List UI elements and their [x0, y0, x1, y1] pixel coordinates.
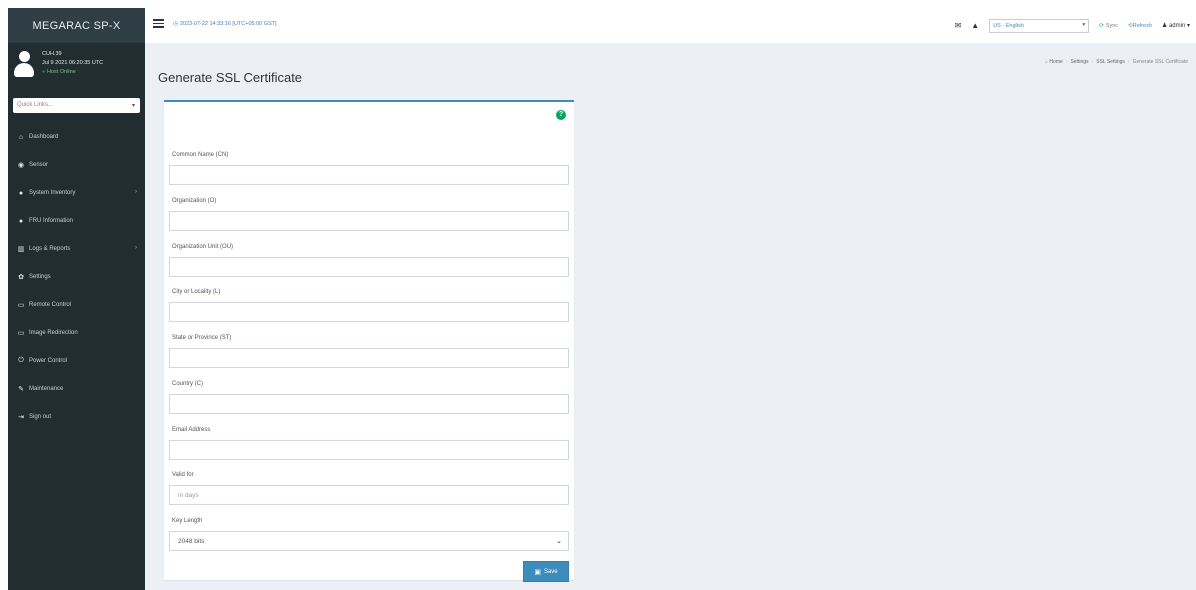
power-icon: ⏻ — [18, 357, 24, 364]
signout-icon: ⇥ — [18, 414, 24, 421]
home-icon: ⌂ — [1045, 59, 1049, 65]
bmc-datetime: 2023-07-22 14:33:16 [UTC+05:00 GST] — [173, 21, 277, 27]
organization-input[interactable] — [169, 211, 569, 231]
refresh-button[interactable]: ⟲Refresh — [1128, 23, 1152, 29]
monitor-icon: ▭ — [17, 302, 25, 309]
top-right-controls: ✉ ▲ US - English ▾ ⟳ Sync ⟲Refresh ♟ admi… — [945, 17, 1190, 34]
email-label: Email Address — [172, 427, 211, 433]
sidebar-item-sign-out[interactable]: ⇥ Sign out — [8, 403, 145, 431]
top-navbar: 2023-07-22 14:33:16 [UTC+05:00 GST] ✉ ▲ … — [145, 8, 1196, 43]
save-button[interactable]: ▣ Save — [523, 561, 569, 582]
save-icon: ▣ — [534, 568, 541, 576]
user-name: CUH.39 — [42, 51, 62, 57]
gear-icon: ✿ — [18, 274, 24, 281]
sync-button[interactable]: ⟳ Sync — [1099, 23, 1118, 29]
user-icon: ♟ — [1161, 23, 1168, 29]
sensor-icon: ◉ — [17, 162, 25, 169]
organization-unit-label: Organization Unit (OU) — [172, 244, 234, 250]
chevron-down-icon: ▾ — [131, 103, 135, 109]
chevron-down-icon: ⌄ — [556, 538, 562, 545]
country-label: Country (C) — [172, 381, 204, 387]
organization-label: Organization (O) — [172, 198, 217, 204]
breadcrumb-current: Generate SSL Certificate — [1132, 59, 1188, 65]
breadcrumb-home[interactable]: Home — [1049, 59, 1062, 65]
dashboard-icon: ⌂ — [18, 133, 24, 141]
notification-icon[interactable]: ✉ — [955, 21, 962, 30]
warning-icon[interactable]: ▲ — [971, 21, 979, 30]
user-menu[interactable]: ♟ admin ▾ — [1162, 22, 1190, 29]
sidebar-item-system-inventory[interactable]: ● System Inventory › — [8, 179, 145, 207]
avatar — [13, 51, 35, 79]
chevron-right-icon: › — [135, 189, 137, 195]
state-input[interactable] — [169, 348, 569, 368]
inventory-icon: ● — [18, 189, 24, 197]
menu-toggle-icon[interactable] — [153, 19, 164, 28]
page-title: Generate SSL Certificate — [158, 70, 303, 85]
disk-icon: ▭ — [17, 330, 25, 337]
help-icon[interactable]: ? — [556, 110, 566, 120]
sidebar-menu: ⌂ Dashboard ◉ Sensor ● System Inventory › ● F… — [8, 123, 145, 431]
chevron-down-icon: ▾ — [1082, 21, 1086, 28]
user-panel: CUH.39 Jul 9 2021 06:20:35 UTC Host Onli… — [8, 43, 145, 95]
city-input[interactable] — [169, 302, 569, 322]
content-header: Generate SSL Certificate ⌂ Home › Setting… — [145, 43, 1196, 93]
sidebar-item-dashboard[interactable]: ⌂ Dashboard — [8, 123, 145, 151]
valid-for-input[interactable]: in days — [169, 485, 569, 505]
sidebar-item-power-control[interactable]: ⏻ Power Control — [8, 347, 145, 375]
breadcrumb: ⌂ Home › Settings › SSL Settings › Generate… — [1045, 59, 1188, 65]
common-name-label: Common Name (CN) — [172, 152, 229, 158]
key-length-label: Key Length — [172, 518, 203, 524]
sidebar: MEGARAC SP-X CUH.39 Jul 9 2021 06:20:35 … — [8, 8, 145, 590]
breadcrumb-settings[interactable]: Settings — [1070, 59, 1088, 65]
sidebar-item-settings[interactable]: ✿ Settings — [8, 263, 145, 291]
chevron-down-icon: ▾ — [1186, 23, 1190, 29]
user-datetime: Jul 9 2021 06:20:35 UTC — [42, 60, 104, 66]
city-label: City or Locality (L) — [172, 289, 221, 295]
page-frame: MEGARAC SP-X CUH.39 Jul 9 2021 06:20:35 … — [8, 8, 1196, 590]
state-label: State or Province (ST) — [172, 335, 232, 341]
user-info: CUH.39 Jul 9 2021 06:20:35 UTC Host Onli… — [42, 50, 103, 77]
sync-icon: ⟳ — [1099, 22, 1104, 29]
chevron-right-icon: › — [135, 245, 137, 251]
key-length-select[interactable]: 2048 bits ⌄ — [169, 531, 569, 551]
ssl-form-box: ? Common Name (CN) Organization (O) Orga… — [164, 100, 574, 582]
sidebar-item-logs-reports[interactable]: ▥ Logs & Reports › — [8, 235, 145, 263]
email-input[interactable] — [169, 440, 569, 460]
brand-logo[interactable]: MEGARAC SP-X — [8, 8, 145, 43]
sidebar-item-sensor[interactable]: ◉ Sensor — [8, 151, 145, 179]
sidebar-item-fru-information[interactable]: ● FRU Information — [8, 207, 145, 235]
host-status: Host Online — [42, 68, 103, 77]
sidebar-item-remote-control[interactable]: ▭ Remote Control — [8, 291, 145, 319]
language-select[interactable]: US - English ▾ — [989, 18, 1090, 33]
sidebar-item-image-redirection[interactable]: ▭ Image Redirection — [8, 319, 145, 347]
breadcrumb-ssl-settings[interactable]: SSL Settings — [1096, 59, 1125, 65]
country-input[interactable] — [169, 394, 569, 414]
info-icon: ● — [18, 217, 24, 225]
wrench-icon: ✎ — [18, 386, 24, 393]
chart-icon: ▥ — [17, 246, 25, 253]
quick-links-select[interactable]: Quick Links... ▾ — [13, 98, 140, 113]
sidebar-item-maintenance[interactable]: ✎ Maintenance — [8, 375, 145, 403]
organization-unit-input[interactable] — [169, 257, 569, 277]
common-name-input[interactable] — [169, 165, 569, 185]
valid-for-label: Valid for — [172, 472, 194, 478]
